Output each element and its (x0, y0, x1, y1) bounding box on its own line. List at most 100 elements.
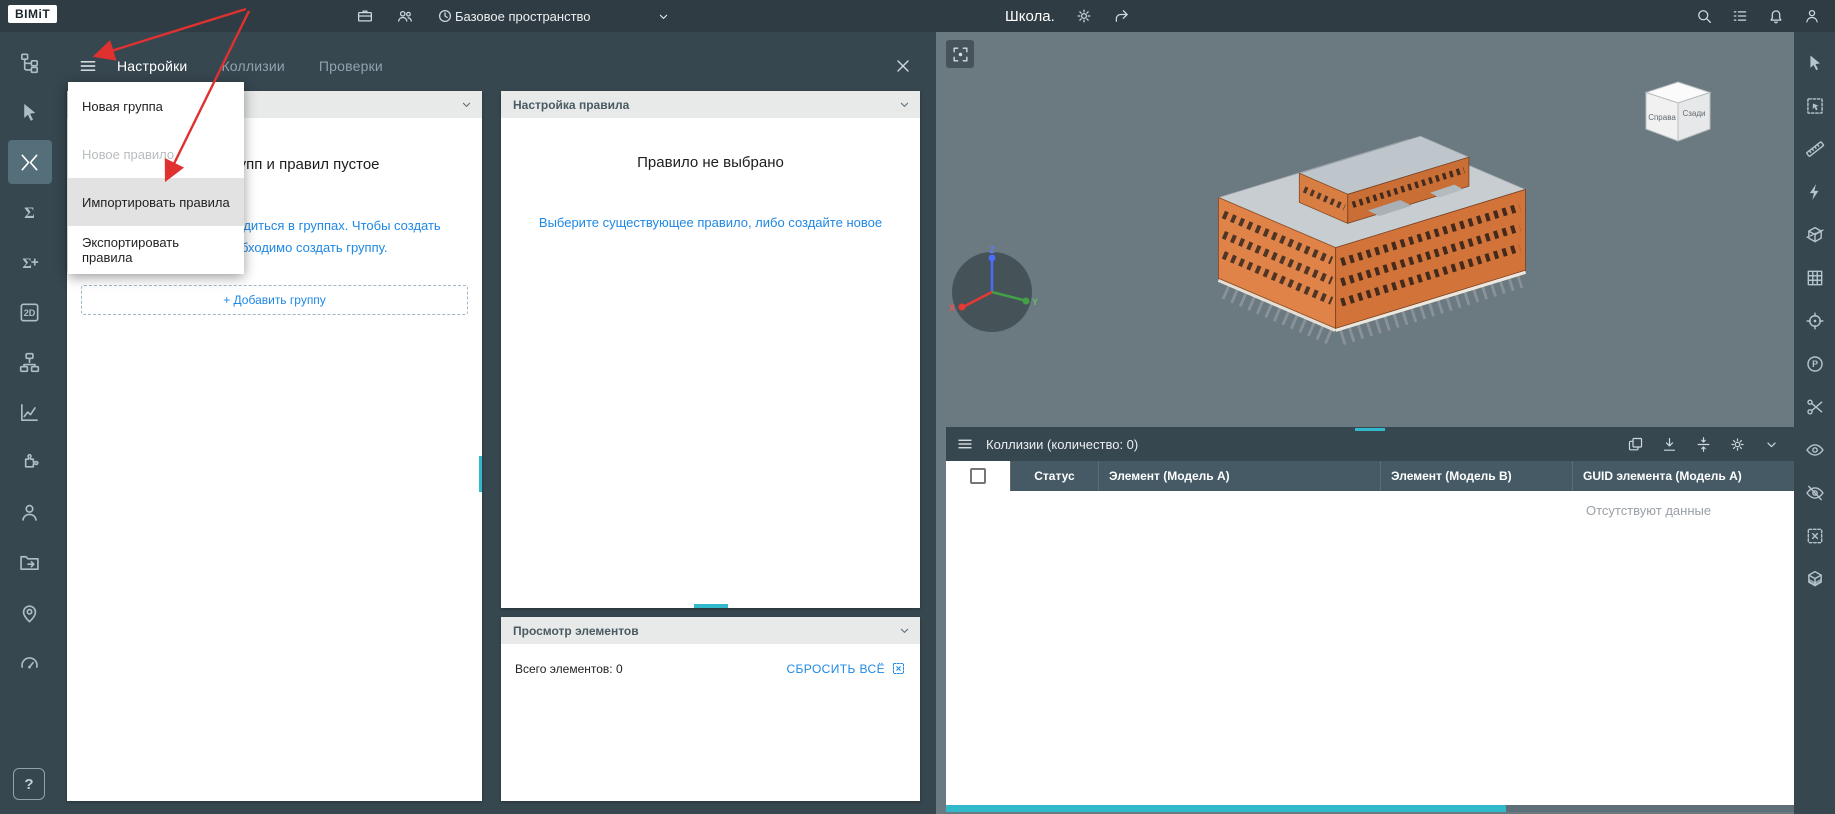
view-cube[interactable]: Справа Сзади (1638, 78, 1718, 152)
rules-window: НастройкиКоллизииПроверки Дерево групп и… (67, 47, 924, 801)
right-tool-plans[interactable]: P (1800, 349, 1830, 379)
left-tool-plugins[interactable] (8, 440, 52, 484)
tab-settings[interactable]: Настройки (117, 58, 187, 74)
viewport-3d[interactable]: Z Y X Справа Сзади Коллизии (количество:… (936, 32, 1794, 814)
rules-context-menu: Новая группаНовое правилоИмпортировать п… (68, 82, 244, 274)
left-tool-dashboard[interactable] (8, 640, 52, 684)
elements-preview-panel: Просмотр элементов Всего элементов: 0 СБ… (501, 617, 920, 801)
collisions-export-collisions[interactable] (1656, 431, 1682, 457)
rule-empty-hint: Выберите существующее правило, либо созд… (501, 215, 920, 230)
eye-icon (1805, 440, 1825, 460)
left-tool-calculations[interactable]: Σ (8, 190, 52, 234)
collisions-resize-handle[interactable] (1355, 428, 1385, 431)
app-root: BIMiT Базовое пространство Школа. ΣΣ 2D ?… (0, 0, 1835, 814)
right-tool-isolate[interactable] (1800, 564, 1830, 594)
scrollbar-thumb[interactable] (479, 456, 482, 492)
left-tool-new-calculation[interactable]: Σ (8, 240, 52, 284)
collisions-fit-columns[interactable] (1690, 431, 1716, 457)
clock-icon (436, 7, 454, 25)
menu-item-import-rules[interactable]: Импортировать правила (68, 178, 244, 226)
elements-total-label: Всего элементов: 0 (515, 662, 623, 676)
case-icon (356, 7, 374, 25)
panel-resize-handle[interactable] (694, 604, 728, 608)
right-tool-hide-selected[interactable] (1800, 478, 1830, 508)
right-tool-show-all[interactable] (1800, 435, 1830, 465)
rule-settings-panel: Настройка правила Правило не выбрано Выб… (501, 91, 920, 608)
topbar-collaboration[interactable] (392, 3, 418, 29)
view-cube-left-face[interactable]: Справа (1648, 113, 1676, 122)
column-elem-b[interactable]: Элемент (Модель B) (1380, 461, 1572, 491)
workspace-selector-label: Базовое пространство (455, 9, 591, 24)
left-tool-analytics[interactable] (8, 390, 52, 434)
reset-all-button[interactable]: СБРОСИТЬ ВСЁ (786, 661, 906, 676)
app-logo[interactable]: BIMiT (8, 5, 57, 23)
left-tool-geo-position[interactable] (8, 590, 52, 634)
menu-item-export-rules[interactable]: Экспортировать правила (68, 226, 244, 274)
column-elem-a[interactable]: Элемент (Модель A) (1098, 461, 1380, 491)
rule-settings-header[interactable]: Настройка правила (501, 91, 920, 118)
rules-tabs: Настройки Коллизии Проверки (117, 58, 383, 74)
chart-icon (18, 401, 41, 424)
right-tool-measure[interactable] (1800, 134, 1830, 164)
column-guid[interactable]: GUID элемента (Модель A) (1572, 461, 1794, 491)
axis-gizmo[interactable]: Z Y X (944, 244, 1040, 340)
left-toolbar: ΣΣ 2D (0, 32, 59, 814)
topbar-profile[interactable] (1799, 3, 1825, 29)
building-model[interactable] (1186, 120, 1558, 372)
topbar-search[interactable] (1691, 3, 1717, 29)
focus-view-button[interactable] (946, 40, 974, 68)
topbar-task-list[interactable] (1727, 3, 1753, 29)
elements-preview-header[interactable]: Просмотр элементов (501, 617, 920, 644)
chevron-down-icon (897, 97, 912, 112)
view-cube-right-face[interactable]: Сзади (1682, 109, 1705, 118)
lightning-icon (1805, 182, 1825, 202)
select-all-checkbox[interactable] (970, 468, 986, 484)
help-button[interactable]: ? (13, 768, 45, 800)
right-tool-section-cut[interactable] (1800, 392, 1830, 422)
topbar-notifications[interactable] (1763, 3, 1789, 29)
frame-select-icon (1805, 96, 1825, 116)
topbar-project-settings[interactable] (1071, 3, 1097, 29)
left-tool-model-structure[interactable] (8, 40, 52, 84)
horizontal-scrollbar[interactable] (946, 805, 1794, 812)
left-tool-collisions-tool[interactable] (8, 140, 52, 184)
right-tool-worksheets[interactable] (1800, 263, 1830, 293)
tab-collisions[interactable]: Коллизии (221, 58, 284, 74)
topbar-right-icons (1691, 3, 1825, 29)
column-status[interactable]: Статус (1010, 461, 1098, 491)
left-tool-2d-drawings[interactable]: 2D (8, 290, 52, 334)
left-tool-shared-models[interactable] (8, 540, 52, 584)
topbar-projects[interactable] (352, 3, 378, 29)
sigma-plus-icon: Σ (18, 251, 41, 274)
tab-checks[interactable]: Проверки (319, 58, 383, 74)
collisions-group-collisions[interactable] (1622, 431, 1648, 457)
bell-icon (1767, 7, 1785, 25)
left-tool-model-hierarchy[interactable] (8, 340, 52, 384)
close-rules-window-button[interactable] (888, 51, 918, 81)
rules-menu-button[interactable] (73, 51, 103, 81)
left-tool-users[interactable] (8, 490, 52, 534)
right-tool-select[interactable] (1800, 48, 1830, 78)
right-tool-clash-check[interactable] (1800, 177, 1830, 207)
collisions-header-icons (1622, 431, 1784, 457)
gear-icon (1729, 436, 1746, 453)
collisions-table-header: СтатусЭлемент (Модель A)Элемент (Модель … (946, 461, 1794, 491)
right-tool-focus-model[interactable] (1800, 306, 1830, 336)
scrollbar-thumb[interactable] (946, 805, 1506, 812)
menu-item-new-group[interactable]: Новая группа (68, 82, 244, 130)
project-group: Школа. (1005, 0, 1135, 32)
rule-settings-title: Настройка правила (513, 98, 629, 112)
right-tool-clear-selection[interactable] (1800, 521, 1830, 551)
topbar-share-project[interactable] (1109, 3, 1135, 29)
workspace-selector[interactable]: Базовое пространство (455, 0, 671, 32)
collisions-table-body: Отсутствуют данные (946, 491, 1794, 805)
add-group-button[interactable]: + Добавить группу (81, 285, 468, 315)
person-icon (1803, 7, 1821, 25)
right-tool-section-plane[interactable] (1800, 220, 1830, 250)
collisions-collision-settings[interactable] (1724, 431, 1750, 457)
right-tool-frame-select[interactable] (1800, 91, 1830, 121)
collisions-collapse-panel[interactable] (1758, 431, 1784, 457)
hamburger-icon[interactable] (956, 435, 974, 453)
copy-icon (1627, 436, 1644, 453)
left-tool-select-tool[interactable] (8, 90, 52, 134)
